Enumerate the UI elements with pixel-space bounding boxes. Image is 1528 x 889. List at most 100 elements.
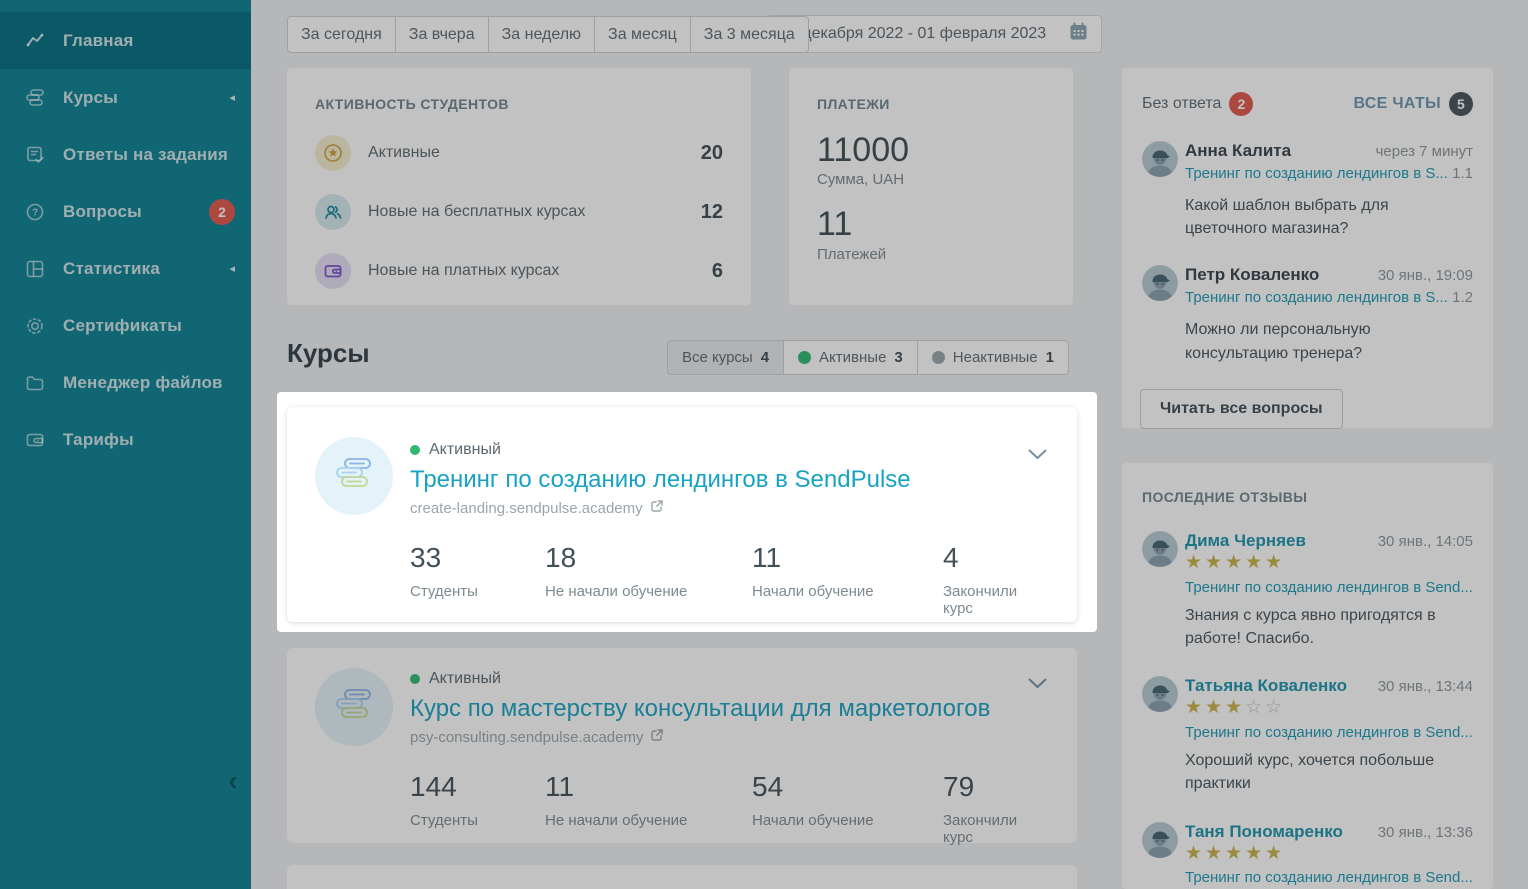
filter-yesterday-button[interactable]: За вчера <box>396 16 489 53</box>
external-link-icon <box>650 728 664 746</box>
sidebar-collapse-button[interactable]: ‹ <box>218 764 248 798</box>
assignments-icon <box>24 144 46 166</box>
sidebar-item-certificates[interactable]: Сертификаты <box>0 297 251 354</box>
period-filter-group: За сегодня За вчера За неделю За месяц З… <box>287 16 809 53</box>
filter-week-button[interactable]: За неделю <box>489 16 595 53</box>
status-dot-icon <box>410 445 420 455</box>
chat-lesson-number: 1.2 <box>1452 289 1473 306</box>
sidebar-nav: Главная Курсы ◂ Ответы на задания ? Вопр… <box>0 12 251 468</box>
star-medal-icon <box>315 135 351 171</box>
stars-filled: ★★★ <box>1185 697 1245 718</box>
stat-value: 79 <box>943 771 1047 803</box>
activity-row-paid-courses: Новые на платных курсах 6 <box>315 253 723 289</box>
stat-label: Начали обучение <box>752 583 943 600</box>
activity-row-label: Новые на платных курсах <box>368 262 559 280</box>
sidebar-item-label: Курсы <box>63 88 118 108</box>
chat-item[interactable]: Петр Коваленко 30 янв., 19:09 Тренинг по… <box>1142 265 1473 364</box>
chat-item[interactable]: Анна Калита через 7 минут Тренинг по соз… <box>1142 141 1473 240</box>
activity-row-label: Активные <box>368 144 440 162</box>
tab-active-courses[interactable]: Активные 3 <box>784 340 918 375</box>
stars-empty: ☆☆ <box>1245 697 1285 718</box>
sidebar-item-file-manager[interactable]: Менеджер файлов <box>0 354 251 411</box>
all-chats-label: ВСЕ ЧАТЫ <box>1354 95 1441 113</box>
avatar <box>1142 265 1178 301</box>
tab-all-courses[interactable]: Все курсы 4 <box>667 340 784 375</box>
course-title-link[interactable]: Курс по мастерству консультации для марк… <box>410 695 1047 723</box>
course-url-link[interactable]: psy-consulting.sendpulse.academy <box>410 728 1047 746</box>
tab-label: Активные <box>819 349 886 366</box>
review-text: Знания с курса явно пригодятся в работе!… <box>1185 604 1473 650</box>
tab-count: 3 <box>894 349 902 366</box>
chevron-down-icon[interactable] <box>1028 447 1047 465</box>
course-status: Активный <box>410 670 1047 688</box>
statistics-icon <box>24 258 46 280</box>
sidebar-item-statistics[interactable]: Статистика ◂ <box>0 240 251 297</box>
courses-filter-tabs: Все курсы 4 Активные 3 Неактивные 1 <box>667 340 1069 375</box>
stat-label: Студенты <box>410 583 545 600</box>
course-url-text: create-landing.sendpulse.academy <box>410 500 643 517</box>
chat-course-link[interactable]: Тренинг по созданию лендингов в S... <box>1185 289 1448 306</box>
sidebar-item-home[interactable]: Главная <box>0 12 251 69</box>
course-card: Активный Курс по мастерству консультации… <box>287 648 1077 843</box>
stat-value: 144 <box>410 771 545 803</box>
review-time: 30 янв., 13:36 <box>1378 824 1473 841</box>
chevron-down-icon[interactable] <box>1028 676 1047 694</box>
stars-filled: ★★★★★ <box>1185 843 1285 864</box>
unanswered-badge: 2 <box>1229 92 1253 116</box>
wallet-icon <box>315 253 351 289</box>
read-all-questions-button[interactable]: Читать все вопросы <box>1140 389 1343 429</box>
avatar <box>1142 676 1178 712</box>
submenu-caret-icon: ◂ <box>229 262 235 275</box>
review-course-link[interactable]: Тренинг по созданию лендингов в Send... <box>1185 724 1473 741</box>
questions-badge: 2 <box>209 199 235 225</box>
stat-value: 11 <box>545 771 752 803</box>
courses-section-title: Курсы <box>287 338 370 369</box>
review-user-name[interactable]: Дима Черняев <box>1185 531 1306 551</box>
chat-course-link[interactable]: Тренинг по созданию лендингов в S... <box>1185 165 1448 182</box>
avatar <box>1142 822 1178 858</box>
filter-3months-button[interactable]: За 3 месяца <box>691 16 809 53</box>
filter-month-button[interactable]: За месяц <box>595 16 691 53</box>
review-item: Таня Пономаренко 30 янв., 13:36 ★★★★★ Тр… <box>1142 822 1473 889</box>
status-dot-icon <box>410 674 420 684</box>
sidebar-item-assignments[interactable]: Ответы на задания <box>0 126 251 183</box>
filter-today-button[interactable]: За сегодня <box>287 16 396 53</box>
avatar <box>1142 141 1178 177</box>
payments-amount-label: Сумма, UAH <box>817 171 1045 188</box>
sidebar-item-courses[interactable]: Курсы ◂ <box>0 69 251 126</box>
inactive-dot-icon <box>932 351 945 364</box>
sidebar-item-questions[interactable]: ? Вопросы 2 <box>0 183 251 240</box>
course-books-icon <box>315 437 393 515</box>
sidebar-item-label: Вопросы <box>63 202 142 222</box>
course-stat-students: 33 Студенты <box>410 542 545 617</box>
review-user-name[interactable]: Таня Пономаренко <box>1185 822 1343 842</box>
sidebar-item-label: Сертификаты <box>63 316 182 336</box>
stat-label: Закончили курс <box>943 583 1047 617</box>
stat-value: 33 <box>410 542 545 574</box>
sidebar-item-tariffs[interactable]: Тарифы <box>0 411 251 468</box>
date-range-picker[interactable]: 01 декабря 2022 - 01 февраля 2023 <box>765 15 1102 53</box>
review-user-name[interactable]: Татьяна Коваленко <box>1185 676 1347 696</box>
all-chats-link[interactable]: ВСЕ ЧАТЫ 5 <box>1354 92 1473 116</box>
active-dot-icon <box>798 351 811 364</box>
activity-row-label: Новые на бесплатных курсах <box>368 203 585 221</box>
stat-value: 4 <box>943 542 1047 574</box>
review-course-link[interactable]: Тренинг по созданию лендингов в Send... <box>1185 579 1473 596</box>
review-course-link[interactable]: Тренинг по созданию лендингов в Send... <box>1185 869 1473 886</box>
tab-inactive-courses[interactable]: Неактивные 1 <box>918 340 1069 375</box>
tab-label: Все курсы <box>682 349 753 366</box>
course-title-link[interactable]: Тренинг по созданию лендингов в SendPuls… <box>410 466 1047 494</box>
chat-time: через 7 минут <box>1376 143 1473 160</box>
chat-time: 30 янв., 19:09 <box>1378 267 1473 284</box>
course-card-highlighted: Активный Тренинг по созданию лендингов в… <box>287 407 1077 622</box>
chats-panel: Без ответа 2 ВСЕ ЧАТЫ 5 Анна Калита чере… <box>1122 68 1493 428</box>
payments-count-label: Платежей <box>817 246 1045 263</box>
external-link-icon <box>650 499 664 517</box>
review-time: 30 янв., 14:05 <box>1378 533 1473 550</box>
tab-count: 1 <box>1046 349 1054 366</box>
course-stat-started: 11 Начали обучение <box>752 542 943 617</box>
calendar-icon <box>1068 21 1089 47</box>
course-stat-students: 144 Студенты <box>410 771 545 846</box>
course-url-link[interactable]: create-landing.sendpulse.academy <box>410 499 1047 517</box>
course-status-label: Активный <box>429 670 501 688</box>
